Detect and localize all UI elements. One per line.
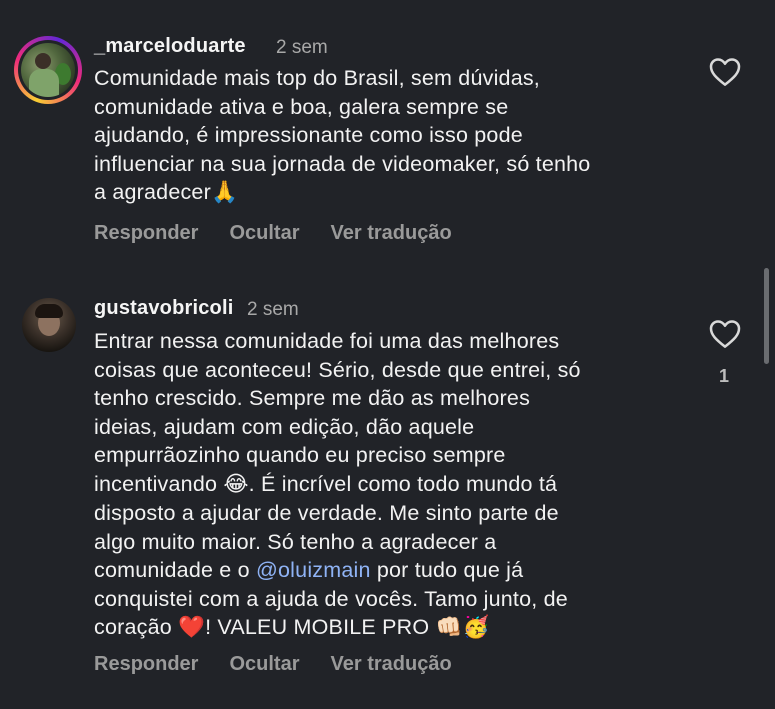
reply-button[interactable]: Responder: [94, 653, 198, 676]
comment-line: influenciar na sua jornada de videomaker…: [94, 151, 591, 176]
avatar[interactable]: [22, 298, 76, 352]
hide-button[interactable]: Ocultar: [229, 653, 299, 676]
comment-line-text: incentivando: [94, 471, 218, 496]
comment-line-text: comunidade e o: [94, 558, 250, 582]
comment-line: Comunidade mais top do Brasil, sem dúvid…: [94, 66, 540, 90]
comment-actions: Responder Ocultar Ver tradução: [94, 653, 452, 676]
comment-text: Comunidade mais top do Brasil, sem dúvid…: [94, 64, 694, 208]
comment-line: a agradecer🙏: [94, 178, 694, 208]
comment-line: ideias, ajudam com edição, dão aquele: [94, 414, 475, 439]
user-mention-link[interactable]: @oluizmain: [256, 558, 371, 582]
comment-line-text: por tudo que já: [376, 558, 524, 582]
avatar-head: [35, 53, 51, 69]
see-translation-button[interactable]: Ver tradução: [331, 222, 452, 245]
comment-text: Entrar nessa comunidade foi uma das melh…: [94, 327, 694, 643]
comment-username[interactable]: _marceloduarte: [94, 35, 246, 58]
comment-line: coisas que aconteceu! Sério, desde que e…: [94, 357, 581, 382]
comment-line-text: a agradecer: [94, 180, 211, 204]
comment-line: empurrãozinho quando eu preciso sempre: [94, 443, 506, 467]
comment-line-text: . É incrível como todo mundo tá: [248, 471, 558, 496]
avatar-body: [29, 69, 59, 97]
like-count[interactable]: 1: [719, 366, 729, 387]
heart-outline-icon[interactable]: [709, 319, 741, 349]
laughing-emoji: 😂: [223, 471, 249, 497]
comment-line: algo muito maior. Só tenho a agradecer a: [94, 529, 497, 554]
praying-hands-emoji: 🙏: [210, 180, 238, 205]
comment-line: conquistei com a ajuda de vocês. Tamo ju…: [94, 586, 568, 611]
avatar-hair: [35, 304, 63, 318]
comment-timestamp: 2 sem: [247, 299, 299, 320]
comment-line: Entrar nessa comunidade foi uma das melh…: [94, 329, 560, 353]
fist-bump-emoji: 👊🏻: [435, 615, 463, 640]
avatar-story-ring[interactable]: [14, 36, 82, 104]
comment-line: disposto a ajudar de verdade. Me sinto p…: [94, 501, 559, 525]
reply-button[interactable]: Responder: [94, 222, 198, 245]
comment-line: incentivando 😂. É incrível como todo mun…: [94, 470, 694, 500]
hide-button[interactable]: Ocultar: [229, 222, 299, 245]
comment-line: coração ❤️! VALEU MOBILE PRO 👊🏻🥳: [94, 613, 694, 643]
heart-outline-icon[interactable]: [709, 57, 741, 87]
comment-line: comunidade ativa e boa, galera sempre se: [94, 94, 509, 119]
see-translation-button[interactable]: Ver tradução: [331, 653, 452, 676]
comment-line: ajudando, é impressionante como isso pod…: [94, 123, 523, 147]
comment-timestamp: 2 sem: [276, 37, 328, 58]
party-face-emoji: 🥳: [462, 615, 490, 640]
comment-actions: Responder Ocultar Ver tradução: [94, 222, 452, 245]
avatar: [21, 43, 75, 97]
comment-line: comunidade e o @oluizmain por tudo que j…: [94, 556, 694, 585]
comment-line: tenho crescido. Sempre me dão as melhore…: [94, 386, 531, 410]
comment-username[interactable]: gustavobricoli: [94, 297, 234, 320]
comment-line-text: ! VALEU MOBILE PRO: [205, 615, 430, 639]
comment-line-text: coração: [94, 615, 172, 639]
scrollbar[interactable]: [764, 268, 769, 364]
red-heart-emoji: ❤️: [178, 615, 206, 640]
